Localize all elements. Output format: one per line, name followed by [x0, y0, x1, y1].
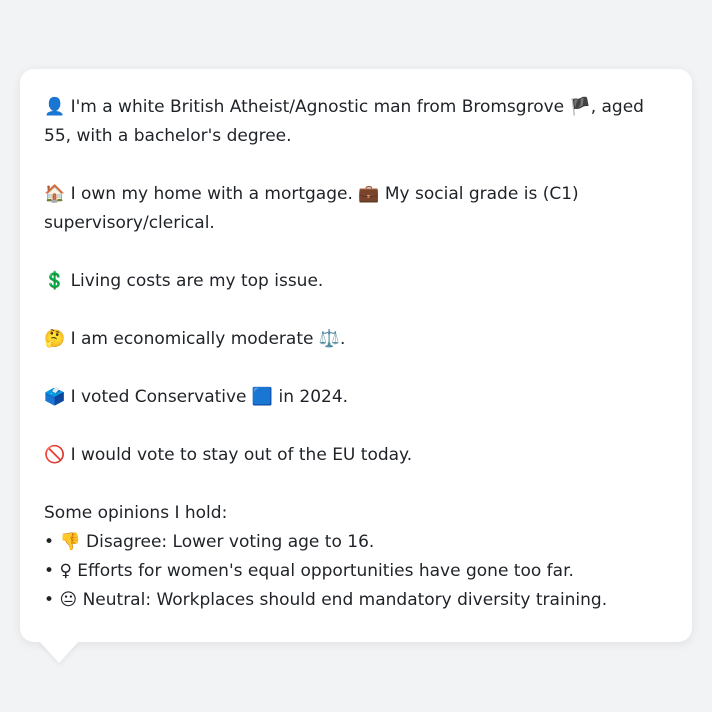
prohibited-icon: 🚫 [44, 445, 66, 465]
issue-paragraph: 💲 Living costs are my top issue. [44, 267, 668, 296]
vote-paragraph: 🗳️ I voted Conservative 🟦 in 2024. [44, 383, 668, 412]
vote-text: I voted Conservative [70, 387, 247, 407]
profile-card: 👤 I'm a white British Atheist/Agnostic m… [20, 69, 692, 642]
intro-text: I'm a white British Atheist/Agnostic man… [70, 97, 565, 117]
briefcase-icon: 💼 [358, 184, 380, 204]
economic-text: I am economically moderate [70, 329, 314, 349]
bullet: • [44, 532, 55, 552]
opinion-text: Neutral: Workplaces should end mandatory… [82, 590, 608, 610]
balance-scale-icon: ⚖️ [318, 329, 341, 349]
opinion-item: • 👎 Disagree: Lower voting age to 16. [44, 528, 668, 557]
female-sign-icon: ♀ [59, 561, 72, 581]
england-flag-icon: 🏴 [569, 97, 591, 117]
economic-tail: . [340, 329, 346, 349]
vote-tail: in 2024. [278, 387, 349, 407]
thinking-face-icon: 🤔 [44, 329, 66, 349]
opinions-section: Some opinions I hold: • 👎 Disagree: Lowe… [44, 499, 668, 615]
opinion-text: Efforts for women's equal opportunities … [77, 561, 574, 581]
opinion-text: Disagree: Lower voting age to 16. [86, 532, 375, 552]
bullet: • [44, 561, 55, 581]
home-paragraph: 🏠 I own my home with a mortgage. 💼 My so… [44, 180, 668, 238]
intro-paragraph: 👤 I'm a white British Atheist/Agnostic m… [44, 93, 668, 151]
bullet: • [44, 590, 55, 610]
opinions-heading: Some opinions I hold: [44, 503, 228, 523]
ballot-box-icon: 🗳️ [44, 387, 66, 407]
eu-paragraph: 🚫 I would vote to stay out of the EU tod… [44, 441, 668, 470]
house-icon: 🏠 [44, 184, 66, 204]
neutral-face-icon: 😐 [59, 590, 78, 610]
blue-square-icon: 🟦 [251, 387, 274, 407]
economic-paragraph: 🤔 I am economically moderate ⚖️. [44, 325, 668, 354]
home-text: I own my home with a mortgage. [70, 184, 353, 204]
dollar-icon: 💲 [44, 271, 66, 291]
opinion-item: • ♀ Efforts for women's equal opportunit… [44, 557, 668, 586]
issue-text: Living costs are my top issue. [70, 271, 324, 291]
person-icon: 👤 [44, 97, 66, 117]
speech-bubble-tail [39, 641, 79, 663]
opinion-item: • 😐 Neutral: Workplaces should end manda… [44, 586, 668, 615]
eu-text: I would vote to stay out of the EU today… [70, 445, 413, 465]
thumbs-down-icon: 👎 [59, 532, 81, 552]
